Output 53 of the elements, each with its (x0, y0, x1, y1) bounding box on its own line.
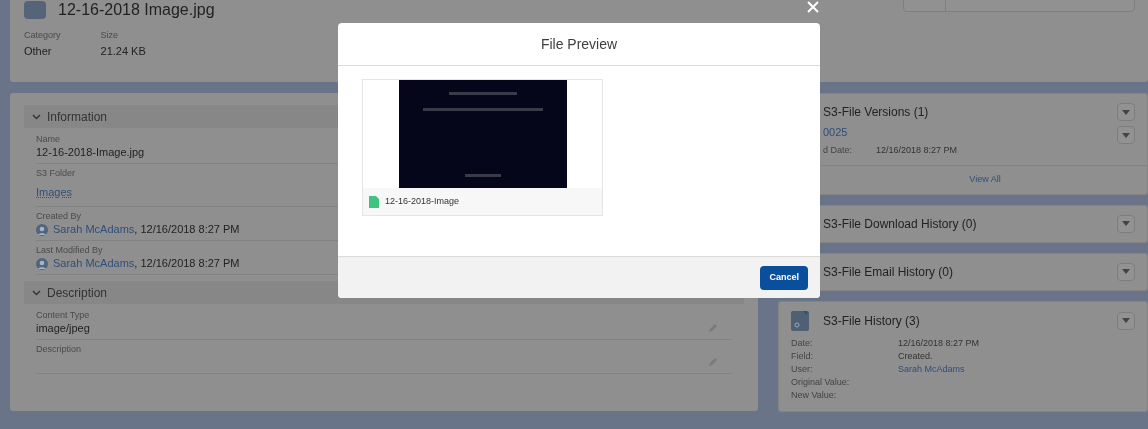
related-list-title[interactable]: S3-File Download History (0) (823, 214, 977, 233)
row-value: Created. (898, 349, 933, 363)
dropdown-button[interactable] (1117, 262, 1135, 281)
user-avatar-icon (36, 257, 48, 270)
caret-icon (1122, 109, 1130, 115)
record-icon (24, 1, 46, 19)
modal-title: File Preview (540, 34, 618, 54)
row-label: User: (791, 362, 814, 376)
close-icon (807, 1, 819, 13)
chevron-icon (32, 289, 41, 296)
file-card[interactable]: 12-16-2018-Image (362, 79, 603, 216)
record-title: 12-16-2018 Image.jpg (58, 0, 215, 20)
row-label: Original Value: (791, 375, 851, 389)
cancel-button[interactable]: Cancel (760, 265, 808, 290)
related-list-title[interactable]: S3-File Versions (1) (823, 103, 929, 121)
file-icon (369, 195, 379, 208)
field-label: S3 Folder (36, 167, 76, 179)
caret-icon (1122, 132, 1130, 138)
field-value: image/jpeg (36, 321, 90, 336)
record-link[interactable]: 0025 (823, 126, 848, 139)
field-value: Other (24, 43, 53, 59)
caret-icon (1122, 269, 1130, 274)
folder-link[interactable]: Images (36, 186, 73, 198)
row-value: 12/16/2018 8:27 PM (876, 144, 958, 157)
dropdown-button[interactable] (1117, 126, 1135, 144)
row-label: d Date: (823, 144, 854, 157)
field-label: Last Modified By (36, 244, 103, 256)
field-label: Category (24, 29, 61, 42)
field-label: Size (100, 29, 120, 42)
dropdown-button[interactable] (1117, 103, 1135, 121)
field-value: 12-16-2018-Image.jpg (36, 145, 145, 160)
date-text: , 12/16/2018 8:27 PM (134, 222, 240, 237)
date-text: , 12/16/2018 8:27 PM (134, 256, 240, 271)
view-all-link[interactable]: View All (969, 173, 1001, 187)
row-label: New Value: (791, 388, 838, 402)
related-list-title[interactable]: S3-File History (3) (823, 311, 920, 330)
file-name: 12-16-2018-Image (385, 194, 460, 208)
field-label: Description (36, 343, 82, 355)
field-label: Name (36, 133, 60, 145)
row-label: Date: (791, 336, 814, 350)
field-label: Created By (36, 210, 82, 222)
user-link[interactable]: Sarah McAdams (898, 362, 965, 376)
dropdown-button[interactable] (1117, 311, 1135, 330)
row-value: 12/16/2018 8:27 PM (898, 336, 980, 350)
caret-icon (1122, 318, 1130, 323)
field-value: 21.24 KB (100, 43, 146, 59)
related-list-title[interactable]: S3-File Email History (0) (823, 262, 954, 281)
row-label: Field: (791, 349, 814, 363)
field-label: Content Type (36, 309, 90, 321)
caret-icon (1122, 221, 1130, 226)
user-avatar-icon (36, 223, 48, 236)
chevron-icon (32, 113, 41, 120)
dropdown-button[interactable] (1117, 214, 1135, 233)
